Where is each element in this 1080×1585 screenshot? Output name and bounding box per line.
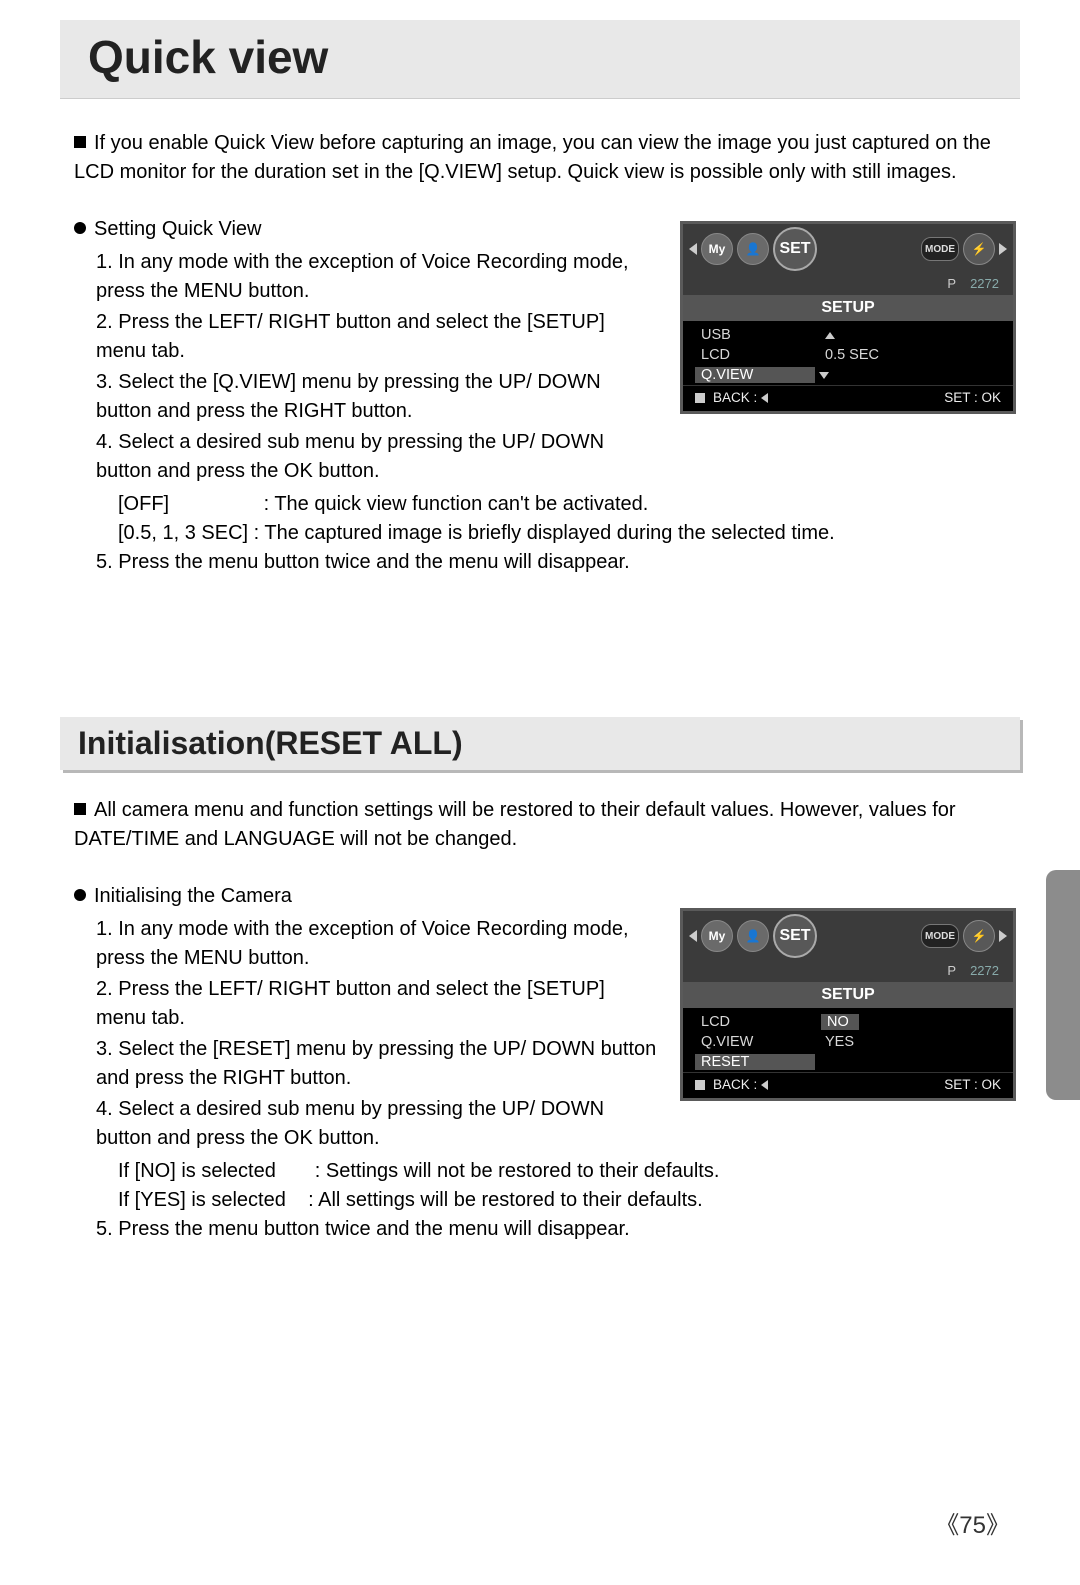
lcd-iconbar: My 👤 SET MODE ⚡ <box>683 911 1013 961</box>
setok-label: SET : OK <box>944 1077 1001 1092</box>
qv-step-3: 3. Select the [Q.VIEW] menu by pressing … <box>96 368 658 426</box>
lcd-subbar: P 2272 <box>683 961 1013 982</box>
lcd-screenshot-qview: My 👤 SET MODE ⚡ P 2272 SETUP <box>680 221 1016 414</box>
lcd-screenshot-reset: My 👤 SET MODE ⚡ P 2272 SETUP <box>680 908 1016 1101</box>
page-title: Quick view <box>88 30 992 84</box>
menu-val: NO <box>821 1014 859 1030</box>
flash-icon: ⚡ <box>963 233 995 265</box>
intro-paragraph: If you enable Quick View before capturin… <box>74 129 1020 187</box>
menu-label: USB <box>701 327 821 343</box>
menu-row-usb: USB <box>683 325 1013 345</box>
menu-label: LCD <box>701 1014 821 1030</box>
res-label: 2272 <box>970 276 999 291</box>
menu-val: YES <box>821 1034 1013 1050</box>
side-tab <box>1046 870 1080 1100</box>
back-arrow-icon <box>761 393 768 403</box>
qv-step-2: 2. Press the LEFT/ RIGHT button and sele… <box>96 308 658 366</box>
reset-step-1: 1. In any mode with the exception of Voi… <box>96 915 658 973</box>
reset-step-2: 2. Press the LEFT/ RIGHT button and sele… <box>96 975 658 1033</box>
qv-heading: Setting Quick View <box>74 215 658 244</box>
p-label: P <box>947 276 956 291</box>
menu-label: Q.VIEW <box>695 367 815 383</box>
p-label: P <box>947 963 956 978</box>
menu-row-lcd: LCD NO <box>683 1012 1013 1032</box>
page-number: 《75》 <box>935 1505 1010 1540</box>
menu-label: RESET <box>695 1054 815 1070</box>
menu-val <box>821 327 1013 343</box>
qv-steps: 1. In any mode with the exception of Voi… <box>96 248 658 486</box>
set-icon: SET <box>773 914 817 958</box>
nav-left-icon <box>689 243 697 255</box>
menu-row-lcd: LCD 0.5 SEC <box>683 345 1013 365</box>
arrow-up-icon <box>825 332 835 339</box>
mode-icon: MODE <box>921 237 959 261</box>
stop-icon <box>695 1080 705 1090</box>
reset-step-3: 3. Select the [RESET] menu by pressing t… <box>96 1035 658 1093</box>
menu-val <box>815 1054 1013 1070</box>
menu-label: LCD <box>701 347 821 363</box>
res-label: 2272 <box>970 963 999 978</box>
person-icon: 👤 <box>737 920 769 952</box>
reset-step-4: 4. Select a desired sub menu by pressing… <box>96 1095 658 1153</box>
person-icon: 👤 <box>737 233 769 265</box>
qv-opt-off: [OFF] : The quick view function can't be… <box>118 490 1020 519</box>
reset-opt-yes: If [YES] is selected : All settings will… <box>118 1186 1020 1215</box>
back-label: BACK : <box>695 1077 768 1092</box>
nav-right-icon <box>999 930 1007 942</box>
qv-step-1: 1. In any mode with the exception of Voi… <box>96 248 658 306</box>
lcd-menu: LCD NO Q.VIEW YES RESET <box>683 1008 1013 1072</box>
menu-val: 0.5 SEC <box>821 347 1013 363</box>
menu-row-qview: Q.VIEW YES <box>683 1032 1013 1052</box>
nav-left-icon <box>689 930 697 942</box>
reset-intro: All camera menu and function settings wi… <box>74 796 1020 854</box>
back-label: BACK : <box>695 390 768 405</box>
lcd-menu: USB LCD 0.5 SEC Q.VIEW <box>683 321 1013 385</box>
mode-icon: MODE <box>921 924 959 948</box>
lcd-footer: BACK : SET : OK <box>683 385 1013 411</box>
qv-opt-sec: [0.5, 1, 3 SEC] : The captured image is … <box>118 519 1020 548</box>
setup-header: SETUP <box>683 982 1013 1008</box>
qv-step-4: 4. Select a desired sub menu by pressing… <box>96 428 658 486</box>
my-icon: My <box>701 920 733 952</box>
section-title-bar: Initialisation(RESET ALL) <box>60 717 1020 770</box>
menu-row-reset: RESET <box>683 1052 1013 1072</box>
section-title: Initialisation(RESET ALL) <box>78 725 1002 762</box>
setok-label: SET : OK <box>944 390 1001 405</box>
menu-label: Q.VIEW <box>701 1034 821 1050</box>
flash-icon: ⚡ <box>963 920 995 952</box>
nav-right-icon <box>999 243 1007 255</box>
lcd-iconbar: My 👤 SET MODE ⚡ <box>683 224 1013 274</box>
lcd-footer: BACK : SET : OK <box>683 1072 1013 1098</box>
menu-val <box>815 367 1013 383</box>
reset-step-5: 5. Press the menu button twice and the m… <box>96 1215 1020 1244</box>
set-icon: SET <box>773 227 817 271</box>
menu-row-qview: Q.VIEW <box>683 365 1013 385</box>
stop-icon <box>695 393 705 403</box>
reset-opt-no: If [NO] is selected : Settings will not … <box>118 1157 1020 1186</box>
setup-header: SETUP <box>683 295 1013 321</box>
arrow-down-icon <box>819 372 829 379</box>
page-title-bar: Quick view <box>60 20 1020 99</box>
reset-steps: 1. In any mode with the exception of Voi… <box>96 915 658 1153</box>
lcd-subbar: P 2272 <box>683 274 1013 295</box>
reset-heading: Initialising the Camera <box>74 882 658 911</box>
qv-step-5: 5. Press the menu button twice and the m… <box>96 548 1020 577</box>
back-arrow-icon <box>761 1080 768 1090</box>
my-icon: My <box>701 233 733 265</box>
